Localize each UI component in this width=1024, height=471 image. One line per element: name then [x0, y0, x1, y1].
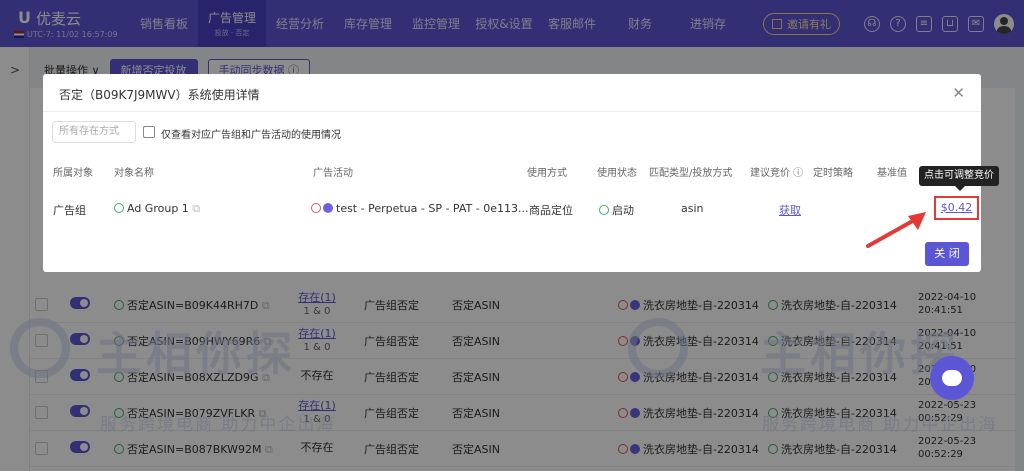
bid-value-button[interactable]: $0.42	[934, 196, 979, 220]
campaign-icon	[323, 203, 333, 213]
usage-detail-modal: 否定（B09K7J9MWV）系统使用详情 ✕ 所有存在方式 仅查看对应广告组和广…	[43, 74, 999, 272]
exist-method-select[interactable]: 所有存在方式	[52, 121, 136, 143]
modal-table-header: 所属对象 对象名称 广告活动 使用方式 使用状态 匹配类型/投放方式 建议竞价 …	[43, 160, 981, 184]
modal-table-row: 广告组 Ad Group 1 ⧉ test - Perpetua - SP - …	[43, 190, 981, 226]
col-object-name: 对象名称	[114, 168, 154, 179]
check-circle-icon	[599, 205, 609, 215]
object-name: Ad Group 1 ⧉	[114, 202, 200, 216]
col-object-type: 所属对象	[53, 168, 93, 179]
get-suggested-bid-link[interactable]: 获取	[779, 202, 801, 218]
usage-method: 商品定位	[529, 204, 573, 217]
modal-title: 否定（B09K7J9MWV）系统使用详情	[59, 88, 260, 102]
col-schedule: 定时策略	[813, 168, 853, 179]
bid-tooltip: 点击可调整竞价	[919, 166, 999, 191]
annotation-arrow-icon	[866, 212, 926, 248]
modal-header: 否定（B09K7J9MWV）系统使用详情 ✕	[43, 74, 981, 112]
campaign-name[interactable]: test - Perpetua - SP - PAT - 0e113...	[311, 202, 528, 215]
col-match-type: 匹配类型/投放方式	[649, 168, 733, 179]
match-type: asin	[681, 202, 704, 215]
col-campaign: 广告活动	[313, 168, 353, 179]
copy-icon[interactable]: ⧉	[192, 202, 200, 215]
col-suggested-bid: 建议竞价 ⓘ	[750, 168, 804, 179]
usage-status: 启动	[599, 202, 634, 218]
paused-icon	[311, 203, 321, 213]
col-usage-method: 使用方式	[527, 168, 567, 179]
close-icon[interactable]: ✕	[952, 84, 965, 102]
filter-checkbox-label: 仅查看对应广告组和广告活动的使用情况	[161, 130, 341, 141]
col-baseline: 基准值	[877, 168, 907, 179]
object-type: 广告组	[53, 204, 86, 217]
filter-checkbox[interactable]	[143, 126, 155, 138]
check-circle-icon	[114, 203, 124, 213]
col-usage-status: 使用状态	[597, 168, 637, 179]
chat-bubble-icon[interactable]	[930, 356, 974, 400]
